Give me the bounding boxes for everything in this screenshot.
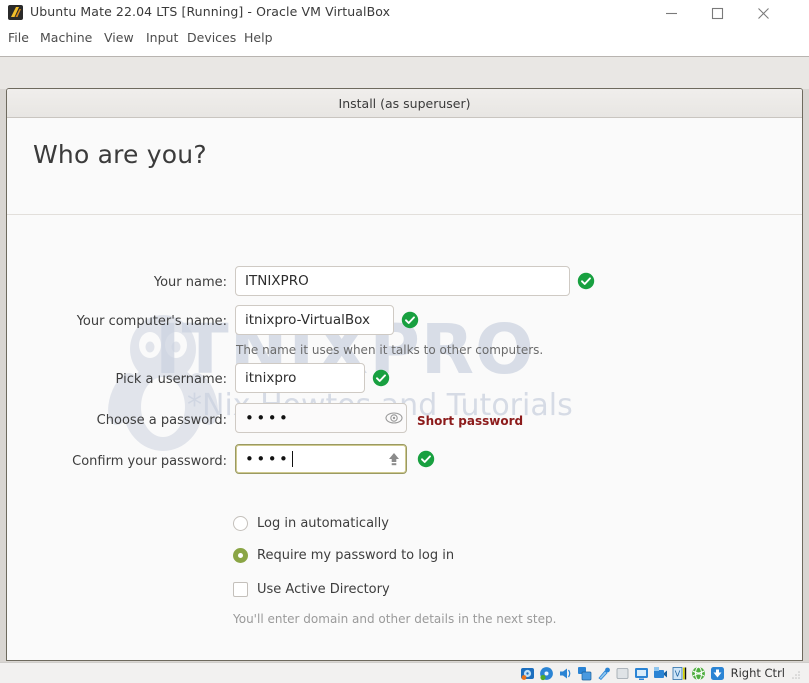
confirm-password-dots: •••• — [245, 449, 291, 468]
resize-grip[interactable] — [792, 664, 801, 683]
shared-folders-icon[interactable] — [615, 666, 630, 681]
installer-titlebar: Install (as superuser) — [7, 89, 802, 118]
user-setup-form: Your name: ITNIXPRO Your computer's name… — [7, 118, 802, 660]
menu-item-help[interactable]: Help — [244, 30, 273, 45]
installer-dialog: Install (as superuser) ITNIXPRO *Nix and… — [6, 88, 803, 661]
vrdp-icon[interactable]: V — [672, 666, 687, 681]
virtualbox-icon — [7, 4, 24, 21]
checkbox-label-use-active-directory: Use Active Directory — [257, 582, 390, 597]
input-your-name[interactable]: ITNIXPRO — [235, 266, 570, 296]
network-icon[interactable] — [577, 666, 592, 681]
password-warning: Short password — [417, 414, 524, 428]
radio-log-in-automatically[interactable]: Log in automatically — [233, 516, 389, 531]
close-button[interactable] — [740, 0, 786, 26]
display-icon[interactable] — [634, 666, 649, 681]
input-password[interactable]: •••• — [235, 403, 407, 433]
valid-check-icon-computer-name — [401, 311, 419, 329]
usb-icon[interactable] — [596, 666, 611, 681]
checkbox-indicator — [233, 582, 248, 597]
maximize-button[interactable] — [694, 0, 740, 26]
menu-item-machine[interactable]: Machine — [40, 30, 92, 45]
label-confirm-password: Confirm your password: — [72, 454, 227, 469]
valid-check-icon-confirm-password — [417, 450, 435, 468]
checkbox-use-active-directory[interactable]: Use Active Directory — [233, 582, 390, 597]
menu-item-file[interactable]: File — [8, 30, 29, 45]
radio-indicator-selected — [233, 548, 248, 563]
host-window-title: Ubuntu Mate 22.04 LTS [Running] - Oracle… — [30, 4, 391, 19]
radio-indicator — [233, 516, 248, 531]
input-confirm-password[interactable]: •••• — [235, 444, 407, 474]
valid-check-icon-your-name — [577, 272, 595, 290]
svg-text:V: V — [674, 669, 680, 678]
radio-require-password[interactable]: Require my password to log in — [233, 548, 454, 563]
input-computer-name[interactable]: itnixpro-VirtualBox — [235, 305, 394, 335]
host-key-label: Right Ctrl — [730, 666, 785, 680]
password-dots: •••• — [245, 408, 291, 427]
menu-item-input[interactable]: Input — [146, 30, 178, 45]
radio-label-log-in-automatically: Log in automatically — [257, 516, 389, 531]
label-password: Choose a password: — [96, 413, 227, 428]
menu-item-devices[interactable]: Devices — [187, 30, 236, 45]
active-directory-note: You'll enter domain and other details in… — [233, 612, 557, 626]
installer-body: ITNIXPRO *Nix Howtos and Tutorials Who a… — [7, 118, 802, 660]
label-username: Pick a username: — [115, 372, 227, 387]
installer-title: Install (as superuser) — [338, 95, 471, 111]
menu-item-view[interactable]: View — [104, 30, 134, 45]
vm-statusbar: V Right Ctrl — [0, 662, 809, 683]
valid-check-icon-username — [372, 369, 390, 387]
host-menubar: File Machine View Input Devices Help — [0, 26, 809, 52]
hint-computer-name: The name it uses when it talks to other … — [236, 343, 544, 357]
input-username[interactable]: itnixpro — [235, 363, 365, 393]
host-titlebar: Ubuntu Mate 22.04 LTS [Running] - Oracle… — [0, 0, 809, 26]
label-your-name: Your name: — [153, 275, 227, 290]
recording-icon[interactable] — [653, 666, 668, 681]
eye-icon[interactable] — [385, 409, 403, 427]
optical-disk-icon[interactable] — [539, 666, 554, 681]
text-caret — [292, 451, 294, 467]
virtualbox-window: Ubuntu Mate 22.04 LTS [Running] - Oracle… — [0, 0, 809, 683]
hard-disk-icon[interactable] — [520, 666, 535, 681]
minimize-button[interactable] — [648, 0, 694, 26]
mouse-icon[interactable] — [691, 666, 706, 681]
guest-desktop-background — [0, 57, 809, 89]
keyboard-icon[interactable] — [710, 666, 725, 681]
vm-screen: Install (as superuser) ITNIXPRO *Nix and… — [0, 56, 809, 662]
statusbar-icon-group: V — [520, 666, 725, 681]
audio-icon[interactable] — [558, 666, 573, 681]
caps-lock-icon — [385, 450, 403, 468]
label-computer-name: Your computer's name: — [76, 314, 227, 329]
radio-label-require-password: Require my password to log in — [257, 548, 455, 563]
